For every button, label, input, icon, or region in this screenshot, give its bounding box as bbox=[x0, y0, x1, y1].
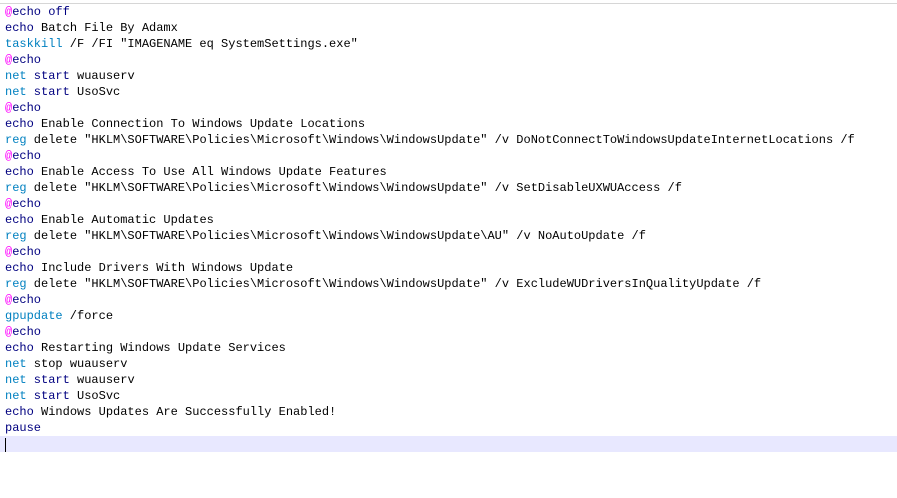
code-token: echo bbox=[5, 21, 34, 35]
code-editor[interactable]: @echo off echo Batch File By Adamx taskkil… bbox=[0, 4, 897, 498]
code-token: /F /FI "IMAGENAME eq SystemSettings.exe" bbox=[62, 37, 358, 51]
code-token: stop wuauserv bbox=[26, 357, 128, 371]
code-token: Include Drivers With Windows Update bbox=[33, 261, 294, 275]
code-line[interactable]: @echo bbox=[5, 148, 855, 164]
code-line[interactable]: echo Windows Updates Are Successfully En… bbox=[5, 404, 855, 420]
code-line[interactable]: net start UsoSvc bbox=[5, 388, 855, 404]
code-token: taskkill bbox=[5, 37, 63, 51]
code-token: echo bbox=[5, 213, 34, 227]
code-line[interactable]: echo Enable Access To Use All Windows Up… bbox=[5, 164, 855, 180]
code-token: echo bbox=[12, 197, 42, 211]
code-line[interactable]: echo Batch File By Adamx bbox=[5, 20, 855, 36]
code-line[interactable]: echo Restarting Windows Update Services bbox=[5, 340, 855, 356]
code-line[interactable]: @echo bbox=[5, 244, 855, 260]
code-token: Restarting Windows Update Services bbox=[33, 341, 286, 355]
code-token: echo bbox=[5, 405, 34, 419]
code-token: pause bbox=[5, 421, 42, 435]
code-token: delete "HKLM\SOFTWARE\Policies\Microsoft… bbox=[26, 181, 682, 195]
code-token: net bbox=[5, 357, 27, 371]
code-token: wuauserv bbox=[69, 69, 135, 83]
code-line[interactable]: echo Enable Connection To Windows Update… bbox=[5, 116, 855, 132]
code-token: echo bbox=[12, 53, 42, 67]
code-line[interactable]: taskkill /F /FI "IMAGENAME eq SystemSett… bbox=[5, 36, 855, 52]
text-caret bbox=[5, 438, 6, 452]
code-token: Windows Updates Are Successfully Enabled… bbox=[33, 405, 337, 419]
code-token: net bbox=[5, 389, 27, 403]
code-token: Enable Connection To Windows Update Loca… bbox=[33, 117, 366, 131]
code-token: gpupdate bbox=[5, 309, 63, 323]
code-token: start bbox=[26, 389, 70, 403]
code-line[interactable]: net start UsoSvc bbox=[5, 84, 855, 100]
code-token: echo bbox=[5, 261, 34, 275]
code-line[interactable]: @echo bbox=[5, 196, 855, 212]
code-token: delete "HKLM\SOFTWARE\Policies\Microsoft… bbox=[26, 229, 646, 243]
code-token: echo bbox=[12, 101, 42, 115]
code-token: reg bbox=[5, 181, 27, 195]
code-token: net bbox=[5, 69, 27, 83]
code-line[interactable]: @echo off bbox=[5, 4, 855, 20]
code-token: echo bbox=[5, 165, 34, 179]
current-line-highlight bbox=[0, 436, 897, 452]
code-token: UsoSvc bbox=[69, 85, 121, 99]
code-token: net bbox=[5, 85, 27, 99]
code-line[interactable]: @echo bbox=[5, 52, 855, 68]
code-token: start bbox=[26, 69, 70, 83]
code-line[interactable]: echo Enable Automatic Updates bbox=[5, 212, 855, 228]
code-token: UsoSvc bbox=[69, 389, 121, 403]
code-token: start bbox=[26, 373, 70, 387]
code-token: start bbox=[26, 85, 70, 99]
code-token: echo bbox=[12, 293, 42, 307]
code-token: delete "HKLM\SOFTWARE\Policies\Microsoft… bbox=[26, 133, 855, 147]
code-token: echo off bbox=[12, 5, 70, 19]
code-token: echo bbox=[5, 117, 34, 131]
code-line[interactable]: echo Include Drivers With Windows Update bbox=[5, 260, 855, 276]
code-line[interactable]: gpupdate /force bbox=[5, 308, 855, 324]
code-lines: @echo off echo Batch File By Adamx taskkil… bbox=[5, 4, 855, 436]
code-line[interactable]: net start wuauserv bbox=[5, 372, 855, 388]
code-token: Enable Access To Use All Windows Update … bbox=[33, 165, 387, 179]
code-token: Enable Automatic Updates bbox=[33, 213, 214, 227]
code-token: wuauserv bbox=[69, 373, 135, 387]
code-token: reg bbox=[5, 133, 27, 147]
code-token: echo bbox=[5, 341, 34, 355]
code-token: Batch File By Adamx bbox=[33, 21, 178, 35]
code-token: reg bbox=[5, 277, 27, 291]
code-line[interactable]: reg delete "HKLM\SOFTWARE\Policies\Micro… bbox=[5, 228, 855, 244]
code-token: echo bbox=[12, 149, 42, 163]
code-line[interactable]: reg delete "HKLM\SOFTWARE\Policies\Micro… bbox=[5, 132, 855, 148]
code-token: delete "HKLM\SOFTWARE\Policies\Microsoft… bbox=[26, 277, 762, 291]
code-token: net bbox=[5, 373, 27, 387]
code-line[interactable]: @echo bbox=[5, 292, 855, 308]
code-line[interactable]: @echo bbox=[5, 100, 855, 116]
code-token: echo bbox=[12, 245, 42, 259]
code-line[interactable]: @echo bbox=[5, 324, 855, 340]
code-token: /force bbox=[62, 309, 114, 323]
code-line[interactable]: net stop wuauserv bbox=[5, 356, 855, 372]
code-line[interactable]: pause bbox=[5, 420, 855, 436]
code-line[interactable]: net start wuauserv bbox=[5, 68, 855, 84]
code-line[interactable]: reg delete "HKLM\SOFTWARE\Policies\Micro… bbox=[5, 276, 855, 292]
code-token: reg bbox=[5, 229, 27, 243]
code-token: echo bbox=[12, 325, 42, 339]
code-line[interactable]: reg delete "HKLM\SOFTWARE\Policies\Micro… bbox=[5, 180, 855, 196]
